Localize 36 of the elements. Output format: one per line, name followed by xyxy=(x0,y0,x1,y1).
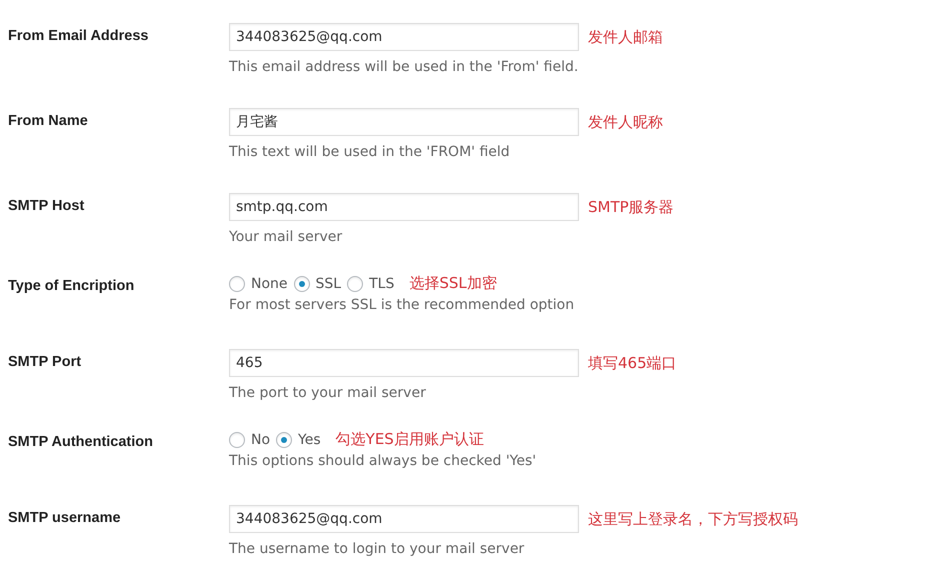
field-label: Type of Encription xyxy=(8,277,136,296)
option-label: Yes xyxy=(298,432,321,448)
option-label: No xyxy=(251,432,270,448)
annotation-text: 发件人邮箱 xyxy=(588,28,663,46)
field-label: SMTP Port xyxy=(8,353,82,372)
description-text: For most servers SSL is the recommended option xyxy=(229,297,574,313)
input-field[interactable]: smtp.qq.com xyxy=(229,193,579,221)
annotation-text: 选择SSL加密 xyxy=(409,274,497,293)
input-field[interactable]: 344083625@qq.com xyxy=(229,23,579,51)
option-label: SSL xyxy=(316,276,342,292)
description-text: This options should always be checked 'Yes' xyxy=(229,453,536,469)
field-label: From Name xyxy=(8,112,89,131)
annotation-text: 发件人昵称 xyxy=(588,112,663,132)
option-label: None xyxy=(251,276,288,292)
description-text: The port to your mail server xyxy=(229,385,427,401)
annotation-text: 勾选YES启用账户认证 xyxy=(336,430,484,449)
field-label: SMTP username xyxy=(8,509,122,528)
field-label: SMTP Authentication xyxy=(8,433,154,452)
description-text: This text will be used in the 'FROM' field xyxy=(229,144,511,160)
option-label: TLS xyxy=(369,276,394,292)
radio-button[interactable] xyxy=(229,432,245,448)
input-field[interactable]: 465 xyxy=(229,349,579,377)
radio-button[interactable] xyxy=(347,276,364,292)
radio-button[interactable] xyxy=(294,276,310,292)
description-text: The username to login to your mail server xyxy=(229,541,526,557)
input-field[interactable]: 月宅酱 xyxy=(229,108,579,136)
annotation-text: 填写465端口 xyxy=(588,354,677,372)
annotation-text: SMTP服务器 xyxy=(588,198,674,216)
annotation-text: 这里写上登录名，下方写授权码 xyxy=(588,510,798,528)
radio-button[interactable] xyxy=(276,432,292,448)
radio-button[interactable] xyxy=(229,276,245,292)
field-label: From Email Address xyxy=(8,27,150,46)
description-text: This email address will be used in the 'From' field. xyxy=(229,59,580,75)
input-field[interactable]: 344083625@qq.com xyxy=(229,505,579,533)
description-text: Your mail server xyxy=(229,229,344,245)
field-label: SMTP Host xyxy=(8,197,86,216)
